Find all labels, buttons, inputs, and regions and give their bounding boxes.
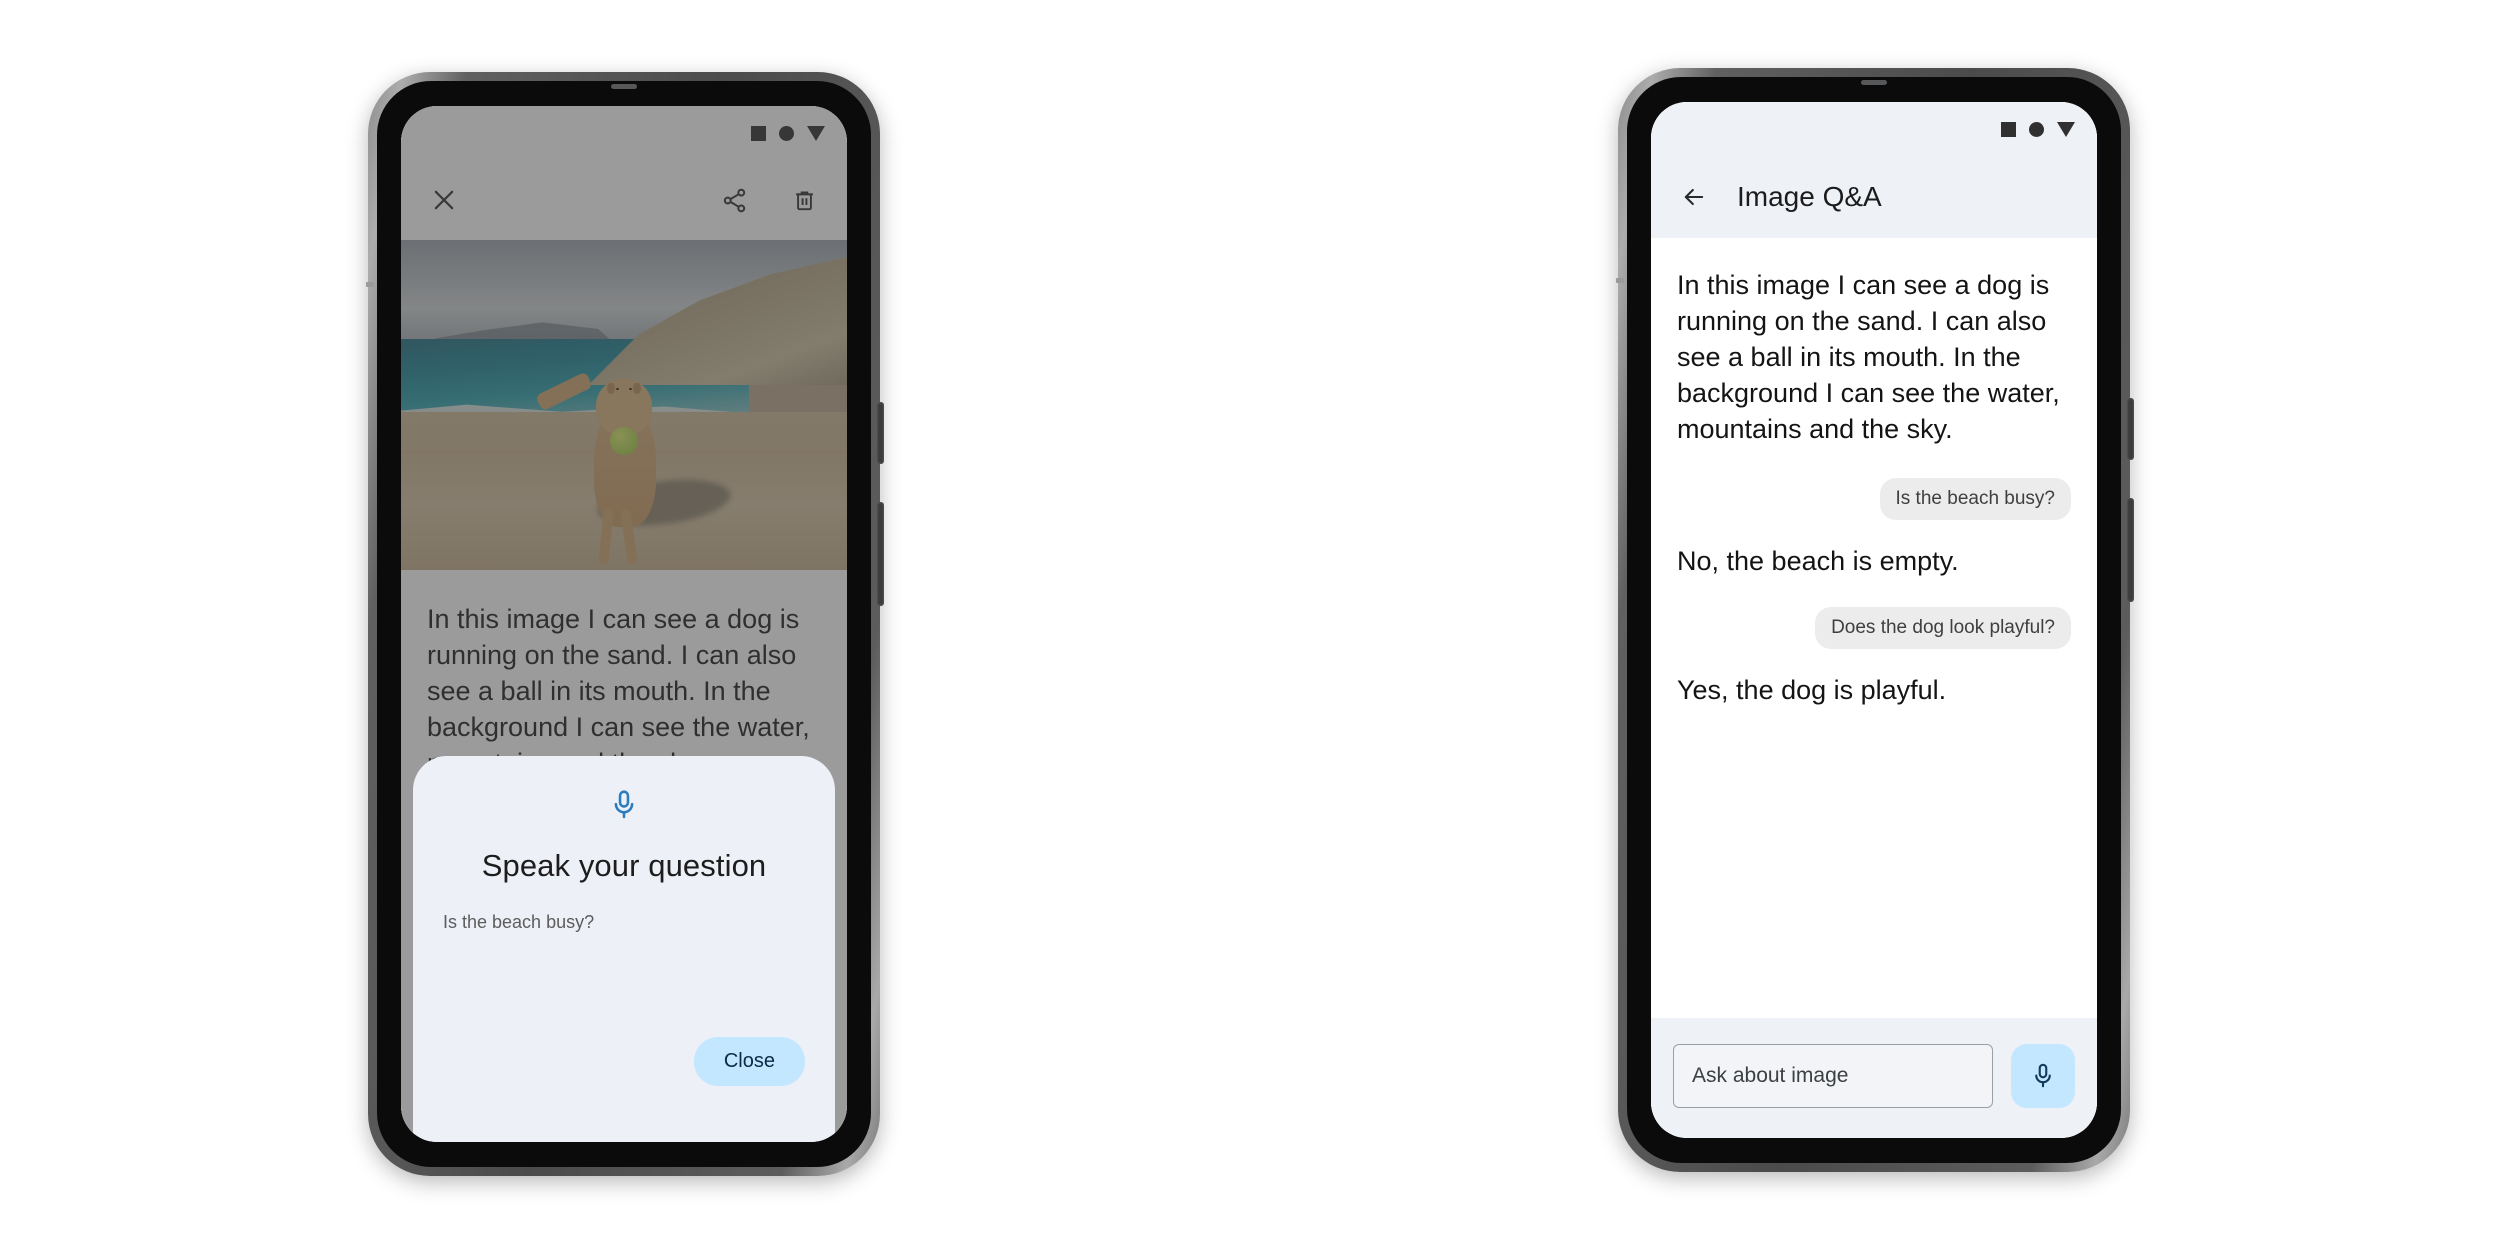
close-button[interactable]: Close [693, 1037, 805, 1086]
assistant-message: Yes, the dog is playful. [1677, 674, 1947, 705]
circle-icon [2029, 121, 2044, 137]
conversation-area[interactable]: In this image I can see a dog is running… [1651, 238, 2097, 1018]
image-viewer-phone: In this image I can see a dog is running… [366, 72, 884, 1176]
volume-button[interactable] [2127, 498, 2134, 602]
sheet-actions: Close [693, 1037, 805, 1086]
mic-button[interactable] [2011, 1044, 2075, 1108]
triangle-icon [2057, 121, 2075, 137]
page-title: Image Q&A [1737, 181, 1882, 212]
antenna-line [1616, 278, 1624, 283]
square-icon [2001, 121, 2016, 137]
volume-button[interactable] [877, 502, 884, 606]
image-qa-phone: Image Q&A In this image I can see a dog … [1616, 68, 2134, 1172]
earpiece-speaker [611, 84, 637, 89]
status-bar [1651, 102, 2097, 156]
message-row-user: Does the dog look playful? [1677, 606, 2071, 649]
microphone-icon [2028, 1061, 2058, 1091]
phone-screen: Image Q&A In this image I can see a dog … [1651, 102, 2097, 1138]
microphone-icon[interactable] [607, 788, 641, 822]
earpiece-speaker [1861, 80, 1887, 85]
phone-bezel: In this image I can see a dog is running… [377, 81, 871, 1167]
input-placeholder: Ask about image [1692, 1064, 1849, 1087]
back-arrow-icon[interactable] [1677, 180, 1711, 214]
phone-screen: In this image I can see a dog is running… [401, 106, 847, 1142]
speak-prompt-title: Speak your question [481, 848, 767, 883]
user-message-bubble: Does the dog look playful? [1815, 606, 2071, 649]
assistant-message: No, the beach is empty. [1677, 545, 1959, 576]
image-viewer-screen: In this image I can see a dog is running… [401, 106, 847, 1142]
voice-input-sheet: Speak your question Is the beach busy? C… [413, 756, 835, 1142]
power-button[interactable] [877, 402, 884, 464]
power-button[interactable] [2127, 398, 2134, 460]
status-bar-area [1651, 102, 2097, 156]
user-message-bubble: Is the beach busy? [1879, 477, 2071, 520]
image-description: In this image I can see a dog is running… [1677, 270, 2060, 444]
input-bar: Ask about image [1651, 1018, 2097, 1138]
ask-about-image-input[interactable]: Ask about image [1673, 1044, 1993, 1108]
phone-bezel: Image Q&A In this image I can see a dog … [1627, 77, 2121, 1163]
app-bar: Image Q&A [1651, 156, 2097, 238]
image-qa-screen: Image Q&A In this image I can see a dog … [1651, 102, 2097, 1138]
antenna-line [366, 282, 374, 287]
message-row-user: Is the beach busy? [1677, 477, 2071, 520]
voice-transcript: Is the beach busy? [443, 912, 595, 932]
